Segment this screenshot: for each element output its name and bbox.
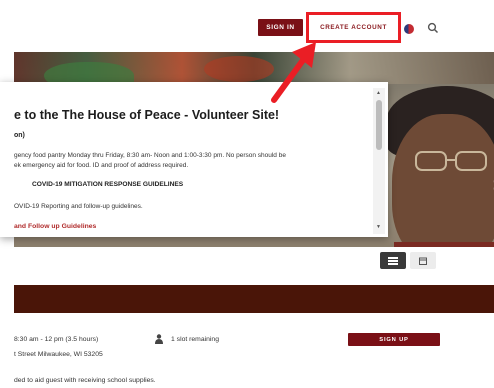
shift-description: ded to aid guest with receiving school s… xyxy=(14,377,156,384)
modal-heading: COVID-19 MITIGATION RESPONSE GUIDELINES xyxy=(32,181,184,188)
scroll-up-icon[interactable]: ▲ xyxy=(376,90,381,96)
scroll-thumb[interactable] xyxy=(376,100,382,150)
modal-subtitle: on) xyxy=(14,132,25,139)
date-strip xyxy=(14,285,494,313)
search-icon[interactable] xyxy=(427,22,439,34)
modal-text: gency food pantry Monday thru Friday, 8:… xyxy=(14,152,286,159)
shift-address: t Street Milwaukee, WI 53205 xyxy=(14,351,103,358)
slots-remaining: 1 slot remaining xyxy=(171,336,219,343)
list-view-button[interactable] xyxy=(380,252,406,269)
flag-icon[interactable] xyxy=(404,24,414,34)
modal-title: e to the The House of Peace - Volunteer … xyxy=(14,108,280,122)
create-account-button[interactable]: CREATE ACCOUNT xyxy=(314,20,393,35)
site-header: SIGN IN CREATE ACCOUNT xyxy=(0,0,494,52)
mural-glasses xyxy=(415,151,487,171)
calendar-icon xyxy=(419,257,427,265)
mural-portrait xyxy=(392,114,494,247)
mural-leaf xyxy=(204,56,274,82)
modal-text: ek emergency aid for food. ID and proof … xyxy=(14,162,189,169)
modal-text: OVID-19 Reporting and follow-up guidelin… xyxy=(14,203,143,210)
scroll-down-icon[interactable]: ▼ xyxy=(376,224,381,230)
sign-in-button[interactable]: SIGN IN xyxy=(258,19,303,36)
create-account-highlight: CREATE ACCOUNT xyxy=(306,12,401,43)
sign-up-button[interactable]: SIGN UP xyxy=(348,333,440,346)
welcome-modal: e to the The House of Peace - Volunteer … xyxy=(0,82,388,237)
modal-scrollbar[interactable]: ▲ ▼ xyxy=(373,88,385,234)
calendar-view-button[interactable] xyxy=(410,252,436,269)
user-icon xyxy=(155,334,163,344)
annotation-arrow-icon xyxy=(271,42,316,103)
mural-shirt xyxy=(394,242,494,247)
guidelines-link[interactable]: and Follow up Guidelines xyxy=(14,223,96,230)
list-view-icon xyxy=(388,256,398,265)
shift-time: 8:30 am - 12 pm (3.5 hours) xyxy=(14,336,99,343)
